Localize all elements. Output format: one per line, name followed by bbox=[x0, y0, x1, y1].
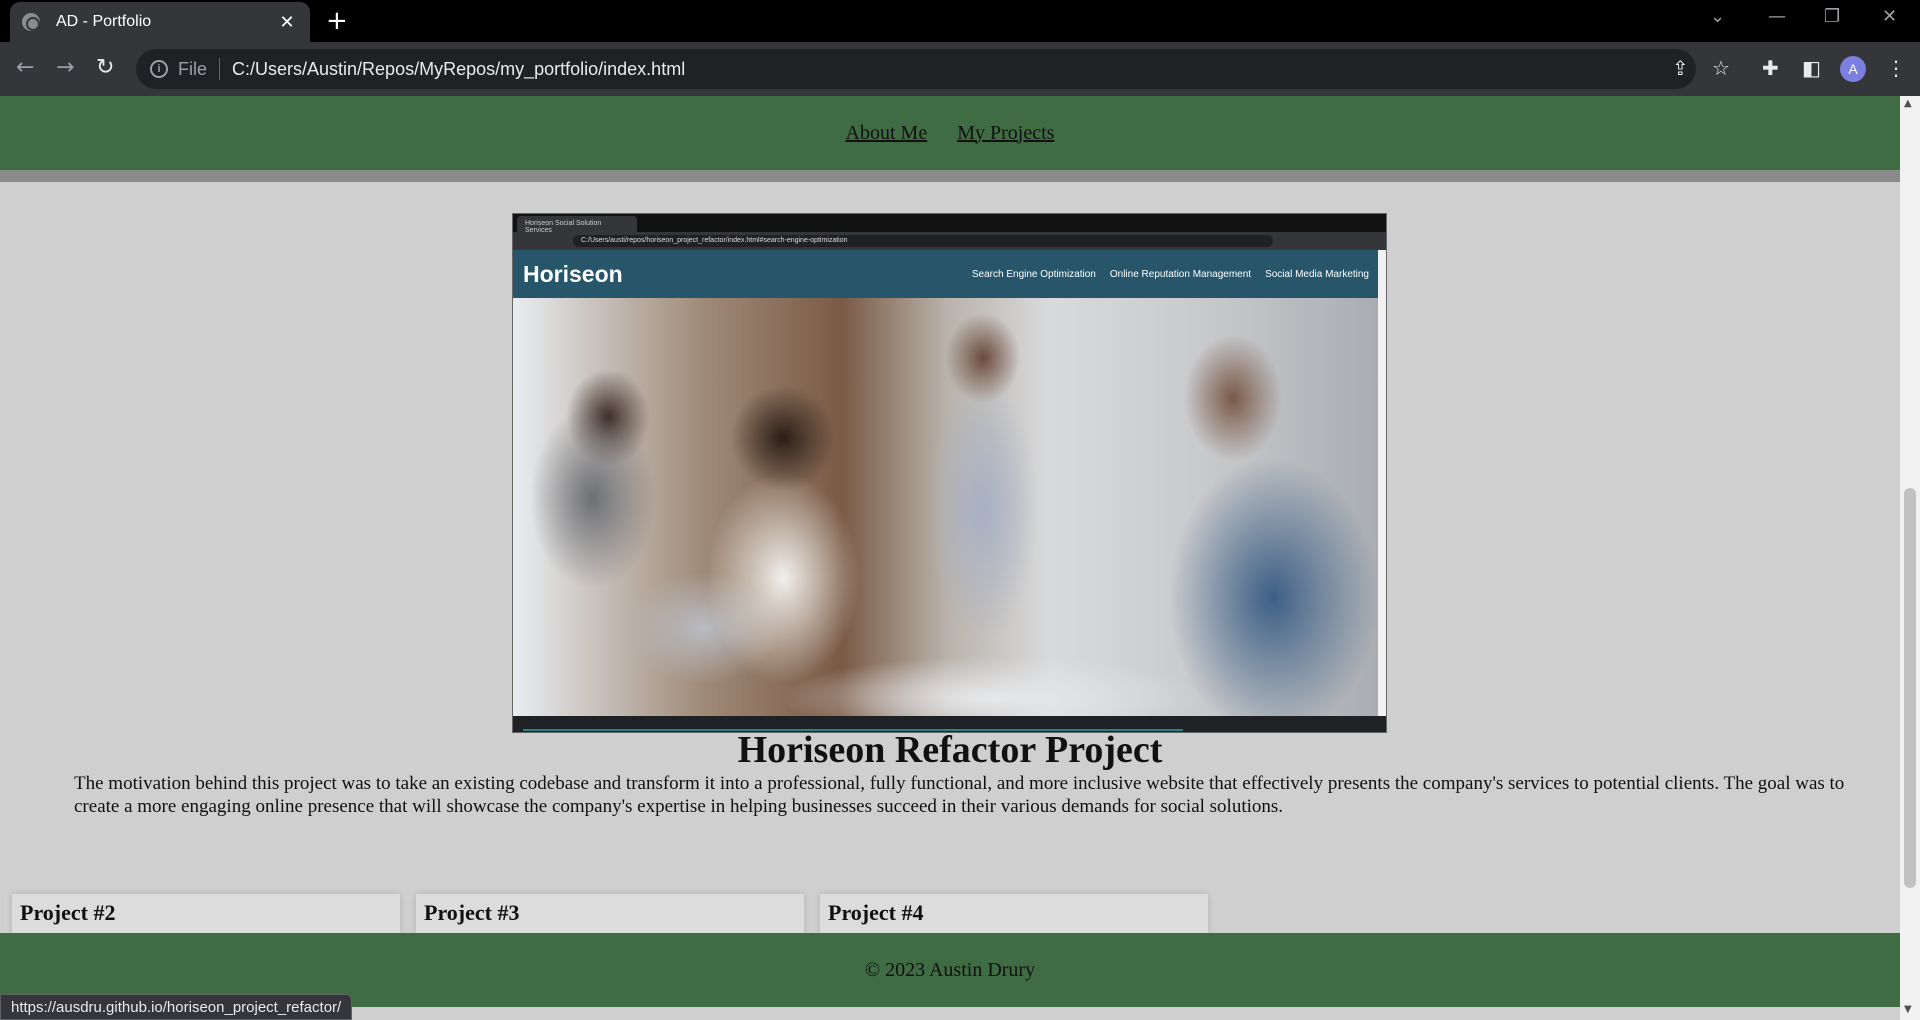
horiseon-link-smm: Social Media Marketing bbox=[1265, 268, 1369, 280]
horiseon-link-seo: Search Engine Optimization bbox=[971, 268, 1096, 280]
page-scrollbar[interactable]: ▲ ▼ bbox=[1900, 96, 1920, 1020]
horiseon-header: Horiseon Search Engine Optimization Onli… bbox=[513, 250, 1379, 298]
header-divider bbox=[0, 170, 1900, 182]
scheme-label: File bbox=[178, 58, 208, 79]
url-text[interactable]: C:/Users/Austin/Repos/MyRepos/my_portfol… bbox=[232, 59, 685, 80]
nav-my-projects[interactable]: My Projects bbox=[957, 122, 1054, 145]
featured-project-screenshot[interactable]: Horiseon Social Solution Services C:/Use… bbox=[512, 213, 1387, 733]
horiseon-link-orm: Online Reputation Management bbox=[1109, 268, 1252, 280]
team-meeting-photo bbox=[513, 298, 1379, 716]
restore-icon[interactable]: ❐ bbox=[1824, 6, 1840, 27]
new-tab-button[interactable]: + bbox=[326, 8, 348, 34]
side-panel-icon[interactable]: ◧ bbox=[1802, 56, 1821, 80]
extensions-icon[interactable]: ✚ bbox=[1762, 56, 1779, 80]
tab-title: AD - Portfolio bbox=[56, 13, 152, 30]
address-bar[interactable]: i File C:/Users/Austin/Repos/MyRepos/my_… bbox=[136, 49, 1696, 89]
project-description: The motivation behind this project was t… bbox=[74, 773, 1845, 817]
scroll-down-icon[interactable]: ▼ bbox=[1904, 1004, 1912, 1015]
project-card-4[interactable]: Project #4 bbox=[820, 894, 1208, 934]
reload-icon[interactable]: ↻ bbox=[96, 56, 114, 80]
status-bar-url: https://ausdru.github.io/horiseon_projec… bbox=[0, 994, 353, 1020]
star-icon[interactable]: ☆ bbox=[1712, 56, 1730, 80]
address-divider bbox=[219, 58, 221, 80]
close-window-icon[interactable]: ✕ bbox=[1882, 6, 1897, 27]
page-viewport: About Me My Projects Horiseon Social Sol… bbox=[0, 96, 1900, 1020]
project-card-3[interactable]: Project #3 bbox=[416, 894, 804, 934]
forward-icon[interactable]: → bbox=[56, 56, 74, 80]
close-tab-icon[interactable]: ✕ bbox=[276, 12, 298, 33]
project-card-2[interactable]: Project #2 bbox=[12, 894, 400, 934]
tab-search-icon[interactable]: ⌄ bbox=[1710, 6, 1725, 27]
scrollbar-thumb[interactable] bbox=[1904, 488, 1916, 888]
profile-avatar[interactable]: A bbox=[1840, 56, 1866, 82]
back-icon[interactable]: ← bbox=[16, 56, 34, 80]
menu-icon[interactable]: ⋮ bbox=[1886, 56, 1906, 80]
info-icon[interactable]: i bbox=[150, 60, 168, 78]
browser-tab[interactable]: AD - Portfolio ✕ bbox=[10, 2, 310, 42]
copyright-text: © 2023 Austin Drury bbox=[864, 958, 1036, 981]
screenshot-tab-title: Horiseon Social Solution Services bbox=[517, 216, 637, 234]
screenshot-scrollbar bbox=[1378, 250, 1386, 716]
tab-strip: AD - Portfolio ✕ + ⌄ — ❐ ✕ bbox=[0, 0, 1920, 42]
site-header: About Me My Projects bbox=[0, 96, 1900, 170]
screenshot-toolbar: C:/Users/austi/repos/horiseon_project_re… bbox=[513, 232, 1386, 250]
project-cards: Project #2 Project #3 Project #4 bbox=[12, 894, 1208, 934]
screenshot-tab-strip: Horiseon Social Solution Services bbox=[513, 214, 1386, 234]
globe-icon bbox=[22, 13, 40, 31]
screenshot-url: C:/Users/austi/repos/horiseon_project_re… bbox=[573, 235, 1273, 247]
share-icon[interactable]: ⇪ bbox=[1672, 56, 1689, 80]
nav-about-me[interactable]: About Me bbox=[846, 122, 928, 145]
scroll-up-icon[interactable]: ▲ bbox=[1904, 98, 1912, 109]
minimize-icon[interactable]: — bbox=[1768, 6, 1786, 27]
horiseon-nav: Search Engine Optimization Online Reputa… bbox=[972, 269, 1379, 280]
browser-toolbar: ← → ↻ i File C:/Users/Austin/Repos/MyRep… bbox=[0, 42, 1920, 96]
horiseon-logo: Horiseon bbox=[523, 260, 623, 287]
project-title[interactable]: Horiseon Refactor Project bbox=[0, 728, 1900, 772]
